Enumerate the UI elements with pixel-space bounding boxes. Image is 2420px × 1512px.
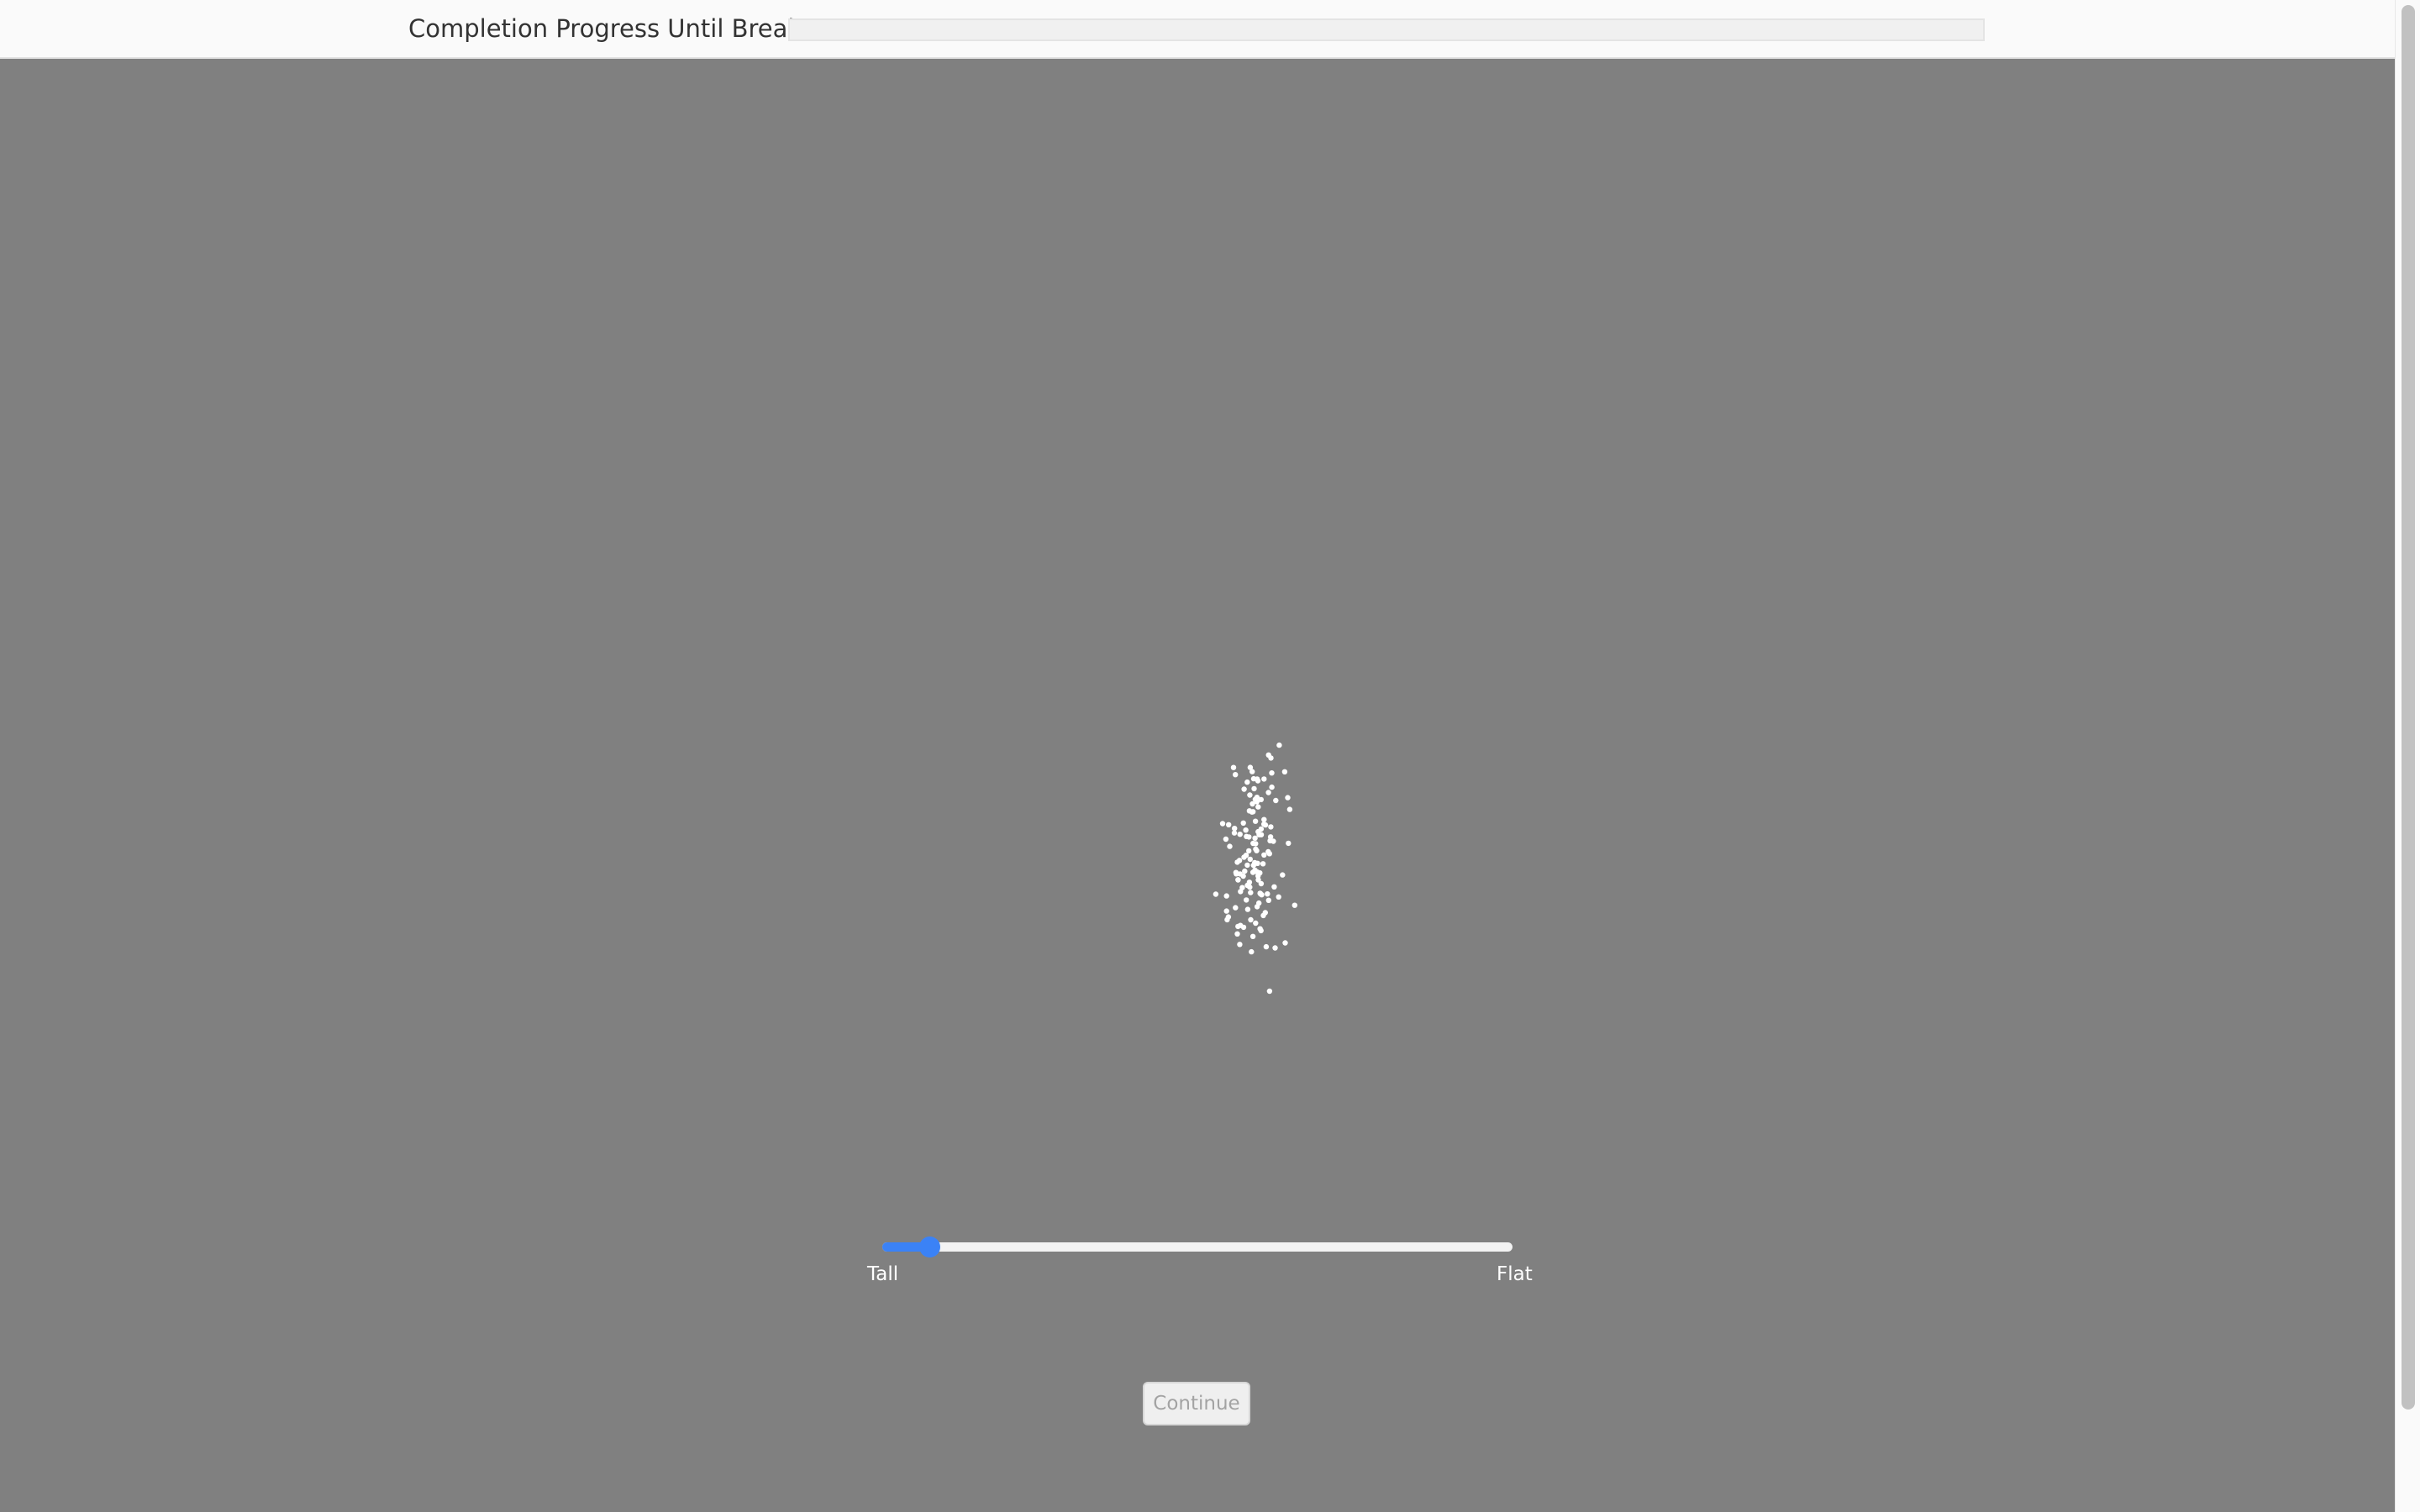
stimulus-dot — [1286, 806, 1293, 812]
stimulus-dot — [1254, 776, 1260, 782]
stimulus-dot — [1243, 827, 1249, 833]
continue-button[interactable]: Continue — [1143, 1382, 1250, 1425]
stimulus-dot — [1255, 860, 1260, 866]
stimulus-dot — [1249, 933, 1256, 940]
stimulus-dot — [1258, 880, 1265, 887]
stimulus-dot — [1230, 764, 1237, 770]
stimulus-dot — [1254, 799, 1260, 805]
stimulus-dot — [1263, 943, 1270, 950]
stimulus-dot — [1266, 988, 1273, 995]
stimulus-dot — [1292, 902, 1298, 908]
stimulus-dot — [1241, 786, 1247, 792]
stimulus-dot — [1286, 840, 1292, 847]
stimulus-dot — [1219, 821, 1226, 827]
stimulus-dot — [1258, 927, 1264, 934]
stimulus-dot — [1242, 868, 1248, 874]
stimulus-dot — [1253, 920, 1259, 927]
stimulus-dot — [1237, 832, 1243, 837]
stimulus-dot — [1227, 843, 1233, 849]
stimulus-dot — [1265, 790, 1271, 795]
stimulus-dot — [1280, 872, 1286, 878]
stimulus-dot — [1285, 795, 1291, 801]
stimulus-dot — [1265, 891, 1270, 897]
stimulus-dot — [1237, 942, 1243, 948]
vertical-scrollbar[interactable] — [2395, 0, 2420, 1512]
stimulus-dot — [1223, 893, 1229, 899]
stimulus-dot — [1262, 910, 1269, 916]
stimulus-dot — [1247, 792, 1253, 798]
stimulus-dot — [1261, 816, 1267, 822]
stimulus-dot — [1249, 769, 1255, 774]
stimulus-dot — [1233, 869, 1239, 875]
stimulus-dot — [1235, 877, 1241, 883]
stimulus-dot — [1269, 770, 1275, 776]
stimulus-dot — [1231, 830, 1238, 836]
stimulus-dot — [1273, 797, 1279, 804]
stimulus-dot — [1213, 891, 1219, 897]
stimulus-dot — [1270, 838, 1276, 844]
shape-slider[interactable] — [882, 1235, 1512, 1260]
stimulus-dot — [1244, 897, 1249, 903]
stimulus-dot — [1252, 835, 1258, 841]
stimulus-dot — [1254, 904, 1260, 910]
stimulus-dot — [1265, 897, 1272, 903]
slider-thumb[interactable] — [919, 1236, 941, 1257]
slider-max-label: Flat — [1497, 1263, 1533, 1285]
stimulus-dot — [1225, 914, 1232, 920]
stimulus-dot — [1243, 853, 1249, 858]
stimulus-dot — [1250, 809, 1256, 815]
stimulus-dot — [1248, 916, 1254, 923]
stimulus-dot — [1257, 890, 1264, 896]
scrollbar-thumb[interactable] — [2402, 5, 2415, 1410]
stimulus-dot — [1244, 882, 1250, 889]
stimulus-dot — [1239, 885, 1245, 890]
stimulus-dot — [1244, 779, 1250, 785]
progress-header: Completion Progress Until Break — [0, 0, 2395, 59]
stimulus-dot — [1226, 822, 1232, 827]
stimulus-dot — [1240, 820, 1246, 826]
stimulus-dot — [1253, 846, 1259, 853]
stimulus-dot — [1272, 945, 1278, 951]
stimulus-dot — [1234, 931, 1240, 937]
stimulus-dot — [1251, 785, 1257, 792]
stimulus-dot — [1252, 818, 1259, 824]
slider-min-label: Tall — [867, 1263, 899, 1285]
dot-cloud — [1213, 742, 1298, 995]
stimulus-dot — [1233, 772, 1239, 778]
stimulus-area — [0, 60, 2395, 1512]
stimulus-dot — [1238, 922, 1244, 928]
stimulus-dot — [1244, 862, 1250, 869]
stimulus-dot — [1282, 940, 1288, 946]
stimulus-dot — [1276, 742, 1282, 748]
progress-bar — [788, 18, 1985, 41]
stimulus-dot — [1255, 804, 1261, 810]
stimulus-dot — [1255, 828, 1261, 835]
stimulus-dot — [1260, 861, 1266, 867]
stimulus-dot — [1223, 836, 1229, 843]
stimulus-dot — [1247, 856, 1254, 863]
stimulus-dot — [1248, 890, 1254, 895]
stimulus-dot — [1261, 852, 1267, 858]
stimulus-dot — [1261, 776, 1267, 782]
stimulus-dot — [1244, 906, 1251, 912]
stimulus-dot — [1246, 834, 1252, 840]
stimulus-dot — [1252, 867, 1258, 874]
stimulus-dot — [1281, 769, 1288, 774]
progress-label: Completion Progress Until Break — [408, 14, 802, 43]
stimulus-dot — [1276, 894, 1281, 900]
stimulus-dot — [1234, 859, 1240, 865]
stimulus-dot — [1266, 851, 1273, 857]
stimulus-dot — [1249, 948, 1255, 955]
stimulus-dot — [1268, 824, 1274, 830]
stimulus-dot — [1265, 752, 1271, 758]
stimulus-dot — [1246, 848, 1252, 854]
stimulus-dot — [1223, 908, 1229, 914]
stimulus-dot — [1269, 784, 1275, 790]
stimulus-dot — [1233, 905, 1239, 911]
stimulus-dot — [1271, 884, 1277, 890]
stimulus-dot — [1250, 840, 1256, 847]
slider-track[interactable] — [882, 1242, 1512, 1252]
stimulus-dot — [1262, 822, 1269, 828]
